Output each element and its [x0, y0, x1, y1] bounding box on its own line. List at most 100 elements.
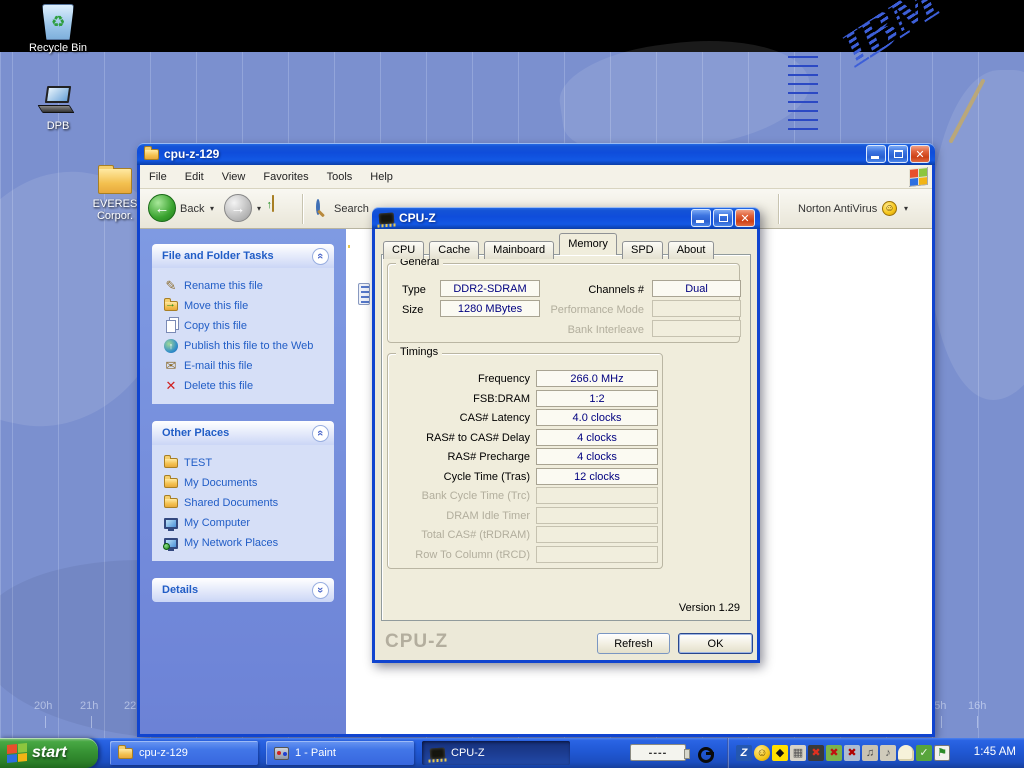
cas-latency-label: CAS# Latency — [394, 412, 530, 424]
place-my-computer[interactable]: My Computer — [162, 513, 332, 533]
tray-volume-icon[interactable]: ♪ — [880, 745, 896, 761]
norton-dropdown-icon[interactable]: ▾ — [904, 204, 908, 213]
minimize-button[interactable] — [866, 145, 886, 163]
menu-view[interactable]: View — [213, 171, 255, 183]
minimize-button[interactable] — [691, 209, 711, 227]
task-move-file[interactable]: → Move this file — [162, 296, 332, 316]
place-my-network[interactable]: My Network Places — [162, 533, 332, 553]
frequency-label: Frequency — [394, 373, 530, 385]
tray-service-alert-icon[interactable]: ✖ — [808, 745, 824, 761]
toolbar-separator — [302, 194, 303, 224]
refresh-button[interactable]: Refresh — [597, 633, 670, 654]
tab-cpu[interactable]: CPU — [383, 241, 424, 259]
place-test[interactable]: TEST — [162, 453, 332, 473]
tray-norton-antivirus-icon[interactable]: ☺ — [754, 745, 770, 761]
tray-firewall-icon[interactable]: Z — [736, 745, 752, 761]
back-button-label[interactable]: Back — [180, 203, 204, 215]
task-copy-file[interactable]: Copy this file — [162, 316, 332, 336]
tray-messenger-offline-icon[interactable]: ✖ — [826, 745, 842, 761]
forward-dropdown-icon[interactable]: ▾ — [257, 204, 261, 213]
tab-memory[interactable]: Memory — [559, 233, 617, 255]
explorer-titlebar[interactable]: cpu-z-129 ✕ — [137, 143, 935, 165]
file-tasks-header[interactable]: File and Folder Tasks « — [152, 244, 334, 268]
tray-ghost-icon[interactable] — [898, 745, 914, 761]
place-my-documents[interactable]: My Documents — [162, 473, 332, 493]
close-button[interactable]: ✕ — [735, 209, 755, 227]
start-button[interactable]: start — [0, 738, 98, 768]
taskbar-button-paint[interactable]: 1 - Paint — [266, 741, 414, 765]
place-label: My Documents — [184, 477, 257, 489]
general-group: General Type DDR2-SDRAM Size 1280 MBytes… — [387, 263, 740, 343]
desktop-icon-recycle-bin[interactable]: ♻ Recycle Bin — [20, 4, 96, 54]
menu-edit[interactable]: Edit — [176, 171, 213, 183]
explorer-menubar: File Edit View Favorites Tools Help — [140, 165, 932, 189]
up-arrow-icon: ↑ — [267, 200, 273, 211]
place-label: Shared Documents — [184, 497, 278, 509]
ras-to-cas-value: 4 clocks — [536, 429, 658, 446]
collapse-chevron-icon[interactable]: « — [312, 248, 329, 265]
back-button[interactable]: ← — [148, 194, 176, 222]
performance-mode-value — [652, 300, 741, 317]
other-places-body: TEST My Documents Shared Documents My Co… — [152, 445, 334, 561]
power-plug-icon[interactable] — [697, 745, 713, 761]
tab-spd[interactable]: SPD — [622, 241, 663, 259]
recycle-bin-icon: ♻ — [42, 4, 74, 40]
taskbar-button-cpuz[interactable]: CPU-Z — [422, 741, 570, 765]
norton-icon[interactable]: ☺ — [882, 201, 897, 216]
laptop-icon — [40, 86, 76, 114]
task-rename-file[interactable]: ✎ Rename this file — [162, 276, 332, 296]
menu-help[interactable]: Help — [361, 171, 402, 183]
folder-icon — [144, 149, 159, 160]
taskbar-button-label: 1 - Paint — [295, 747, 336, 759]
search-button-label[interactable]: Search — [334, 203, 369, 215]
ras-to-cas-label: RAS# to CAS# Delay — [394, 432, 530, 444]
tray-network-disconnected-icon[interactable]: ✖ — [844, 745, 860, 761]
tab-about[interactable]: About — [668, 241, 715, 259]
taskbar-clock[interactable]: 1:45 AM — [974, 746, 1016, 758]
tab-mainboard[interactable]: Mainboard — [484, 241, 554, 259]
maximize-button[interactable] — [888, 145, 908, 163]
forward-button[interactable]: → — [224, 194, 252, 222]
toolbar-separator — [778, 194, 779, 224]
timezone-tick — [45, 716, 46, 728]
taskbar-button-explorer[interactable]: cpu-z-129 — [110, 741, 258, 765]
tray-remote-audio-icon[interactable]: ♫ — [862, 745, 878, 761]
folder-icon — [98, 168, 132, 194]
task-email-file[interactable]: ✉ E-mail this file — [162, 356, 332, 376]
tray-liveupdate-icon[interactable]: ◆ — [772, 745, 788, 761]
collapse-chevron-icon[interactable]: « — [312, 425, 329, 442]
menu-favorites[interactable]: Favorites — [254, 171, 317, 183]
battery-meter[interactable]: ---- — [630, 744, 686, 761]
tab-cache[interactable]: Cache — [429, 241, 479, 259]
other-places-header[interactable]: Other Places « — [152, 421, 334, 445]
cycle-time-label: Cycle Time (Tras) — [394, 471, 530, 483]
file-icon[interactable] — [358, 283, 370, 305]
bank-cycle-label: Bank Cycle Time (Trc) — [394, 490, 530, 502]
menu-tools[interactable]: Tools — [318, 171, 362, 183]
tray-network-icon[interactable]: ▦ — [790, 745, 806, 761]
total-cas-value — [536, 526, 658, 543]
task-publish-file[interactable]: ↑ Publish this file to the Web — [162, 336, 332, 356]
menu-file[interactable]: File — [140, 171, 176, 183]
tray-update-icon[interactable]: ✓ — [916, 745, 932, 761]
fsb-dram-value: 1:2 — [536, 390, 658, 407]
up-button[interactable]: ↑ — [272, 198, 274, 212]
place-shared-documents[interactable]: Shared Documents — [162, 493, 332, 513]
back-dropdown-icon[interactable]: ▾ — [210, 204, 214, 213]
ok-button[interactable]: OK — [678, 633, 753, 654]
expand-chevron-icon[interactable]: » — [312, 582, 329, 599]
search-icon[interactable] — [316, 199, 320, 215]
tray-task-icon[interactable]: ⚑ — [934, 745, 950, 761]
details-header[interactable]: Details » — [152, 578, 334, 602]
place-label: My Computer — [184, 517, 250, 529]
norton-antivirus-label[interactable]: Norton AntiVirus — [798, 203, 877, 215]
bank-interleave-label: Bank Interleave — [528, 324, 644, 336]
task-delete-file[interactable]: ✕ Delete this file — [162, 376, 332, 396]
window-title: cpu-z-129 — [164, 147, 861, 161]
desktop-icon-dpb[interactable]: DPB — [20, 86, 96, 132]
maximize-button[interactable] — [713, 209, 733, 227]
cpuz-titlebar[interactable]: CPU-Z ✕ — [372, 207, 760, 229]
folder-icon — [162, 478, 180, 488]
close-button[interactable]: ✕ — [910, 145, 930, 163]
move-icon: → — [162, 301, 180, 311]
